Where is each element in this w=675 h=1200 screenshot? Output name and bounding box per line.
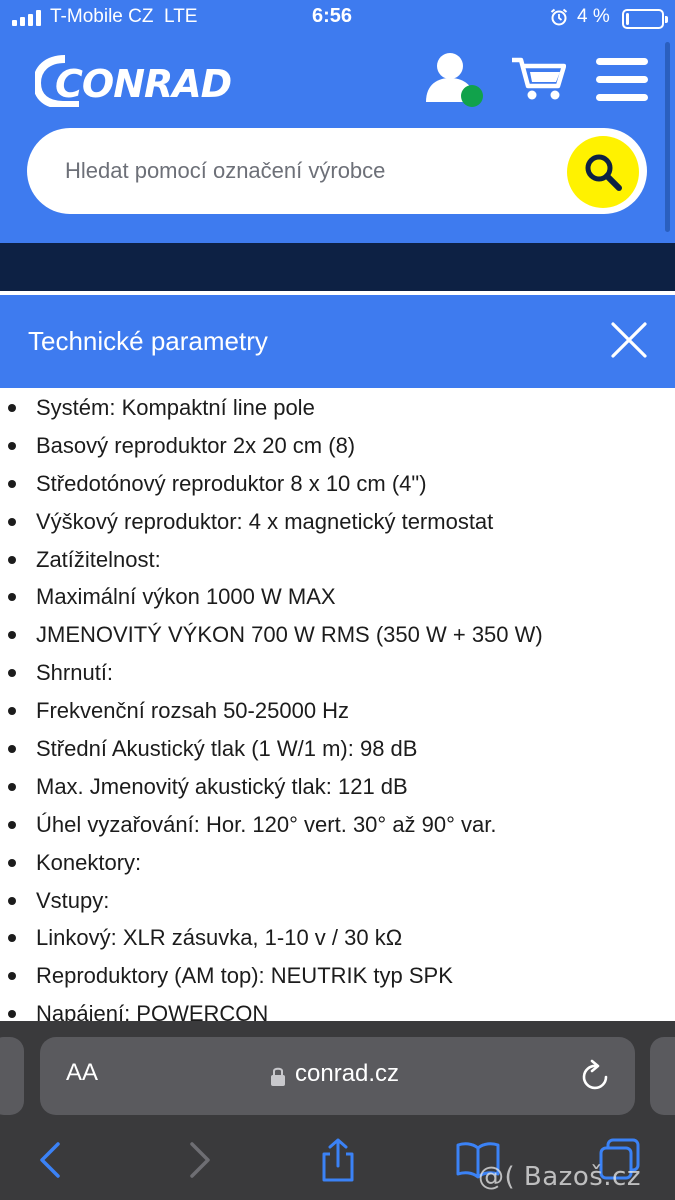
list-item: Středotónový reproduktor 8 x 10 cm (4") (0, 465, 675, 503)
menu-icon[interactable] (596, 58, 648, 102)
next-tab-preview[interactable] (650, 1037, 675, 1115)
url-text: conrad.cz (295, 1060, 400, 1087)
list-item: JMENOVITÝ VÝKON 700 W RMS (350 W + 350 W… (0, 616, 675, 654)
carrier-label: T-Mobile CZ LTE (50, 6, 198, 27)
watermark: @( Bazoš.cz (478, 1162, 641, 1192)
close-icon[interactable] (606, 317, 652, 363)
list-item: Systém: Kompaktní line pole (0, 389, 675, 427)
list-item: Reproduktory (AM top): NEUTRIK typ SPK (0, 957, 675, 995)
lock-icon (271, 1067, 285, 1086)
list-item: Napájení: POWERCON (0, 995, 675, 1021)
list-item: Frekvenční rozsah 50-25000 Hz (0, 692, 675, 730)
conrad-logo[interactable]: CONRAD (35, 55, 240, 107)
reader-settings-button[interactable]: AA (66, 1059, 98, 1087)
status-bar: T-Mobile CZ LTE 6:56 4 % (0, 0, 675, 38)
search-bar (27, 128, 647, 214)
list-item: Úhel vyzařování: Hor. 120° vert. 30° až … (0, 806, 675, 844)
user-icon[interactable] (424, 50, 486, 110)
modal-title: Technické parametry (28, 326, 268, 356)
reload-icon[interactable] (580, 1059, 612, 1093)
list-item: Konektory: (0, 844, 675, 882)
list-item: Maximální výkon 1000 W MAX (0, 578, 675, 616)
battery-icon (622, 9, 668, 29)
header-area: T-Mobile CZ LTE 6:56 4 % CONRAD (0, 0, 675, 243)
nav-strip (0, 243, 675, 291)
page-scrollbar[interactable] (665, 42, 670, 232)
signal-icon (12, 10, 41, 26)
share-icon[interactable] (316, 1138, 360, 1182)
search-icon (585, 154, 622, 191)
list-item: Shrnutí: (0, 654, 675, 692)
list-item: Výškový reproduktor: 4 x magnetický term… (0, 503, 675, 541)
list-item: Max. Jmenovitý akustický tlak: 121 dB (0, 768, 675, 806)
list-item: Zatížitelnost: (0, 541, 675, 579)
address-bar[interactable]: AA conrad.cz (40, 1037, 635, 1115)
search-input[interactable] (65, 148, 545, 194)
modal-header: Technické parametry (0, 295, 675, 388)
spec-list: Systém: Kompaktní line pole Basový repro… (0, 389, 675, 1021)
battery-percent: 4 % (577, 6, 610, 27)
search-button[interactable] (567, 136, 639, 208)
online-status-dot (461, 85, 483, 107)
list-item: Basový reproduktor 2x 20 cm (8) (0, 427, 675, 465)
cart-icon[interactable] (510, 54, 566, 102)
browser-toolbar: AA conrad.cz @( Bazoš.cz (0, 1021, 675, 1200)
forward-icon[interactable] (176, 1138, 220, 1182)
list-item: Linkový: XLR zásuvka, 1-10 v / 30 kΩ (0, 919, 675, 957)
clock: 6:56 (312, 5, 353, 27)
previous-tab-preview[interactable] (0, 1037, 24, 1115)
list-item: Vstupy: (0, 882, 675, 920)
svg-text:CONRAD: CONRAD (55, 62, 231, 106)
back-icon[interactable] (30, 1138, 74, 1182)
alarm-icon (550, 8, 568, 26)
list-item: Střední Akustický tlak (1 W/1 m): 98 dB (0, 730, 675, 768)
